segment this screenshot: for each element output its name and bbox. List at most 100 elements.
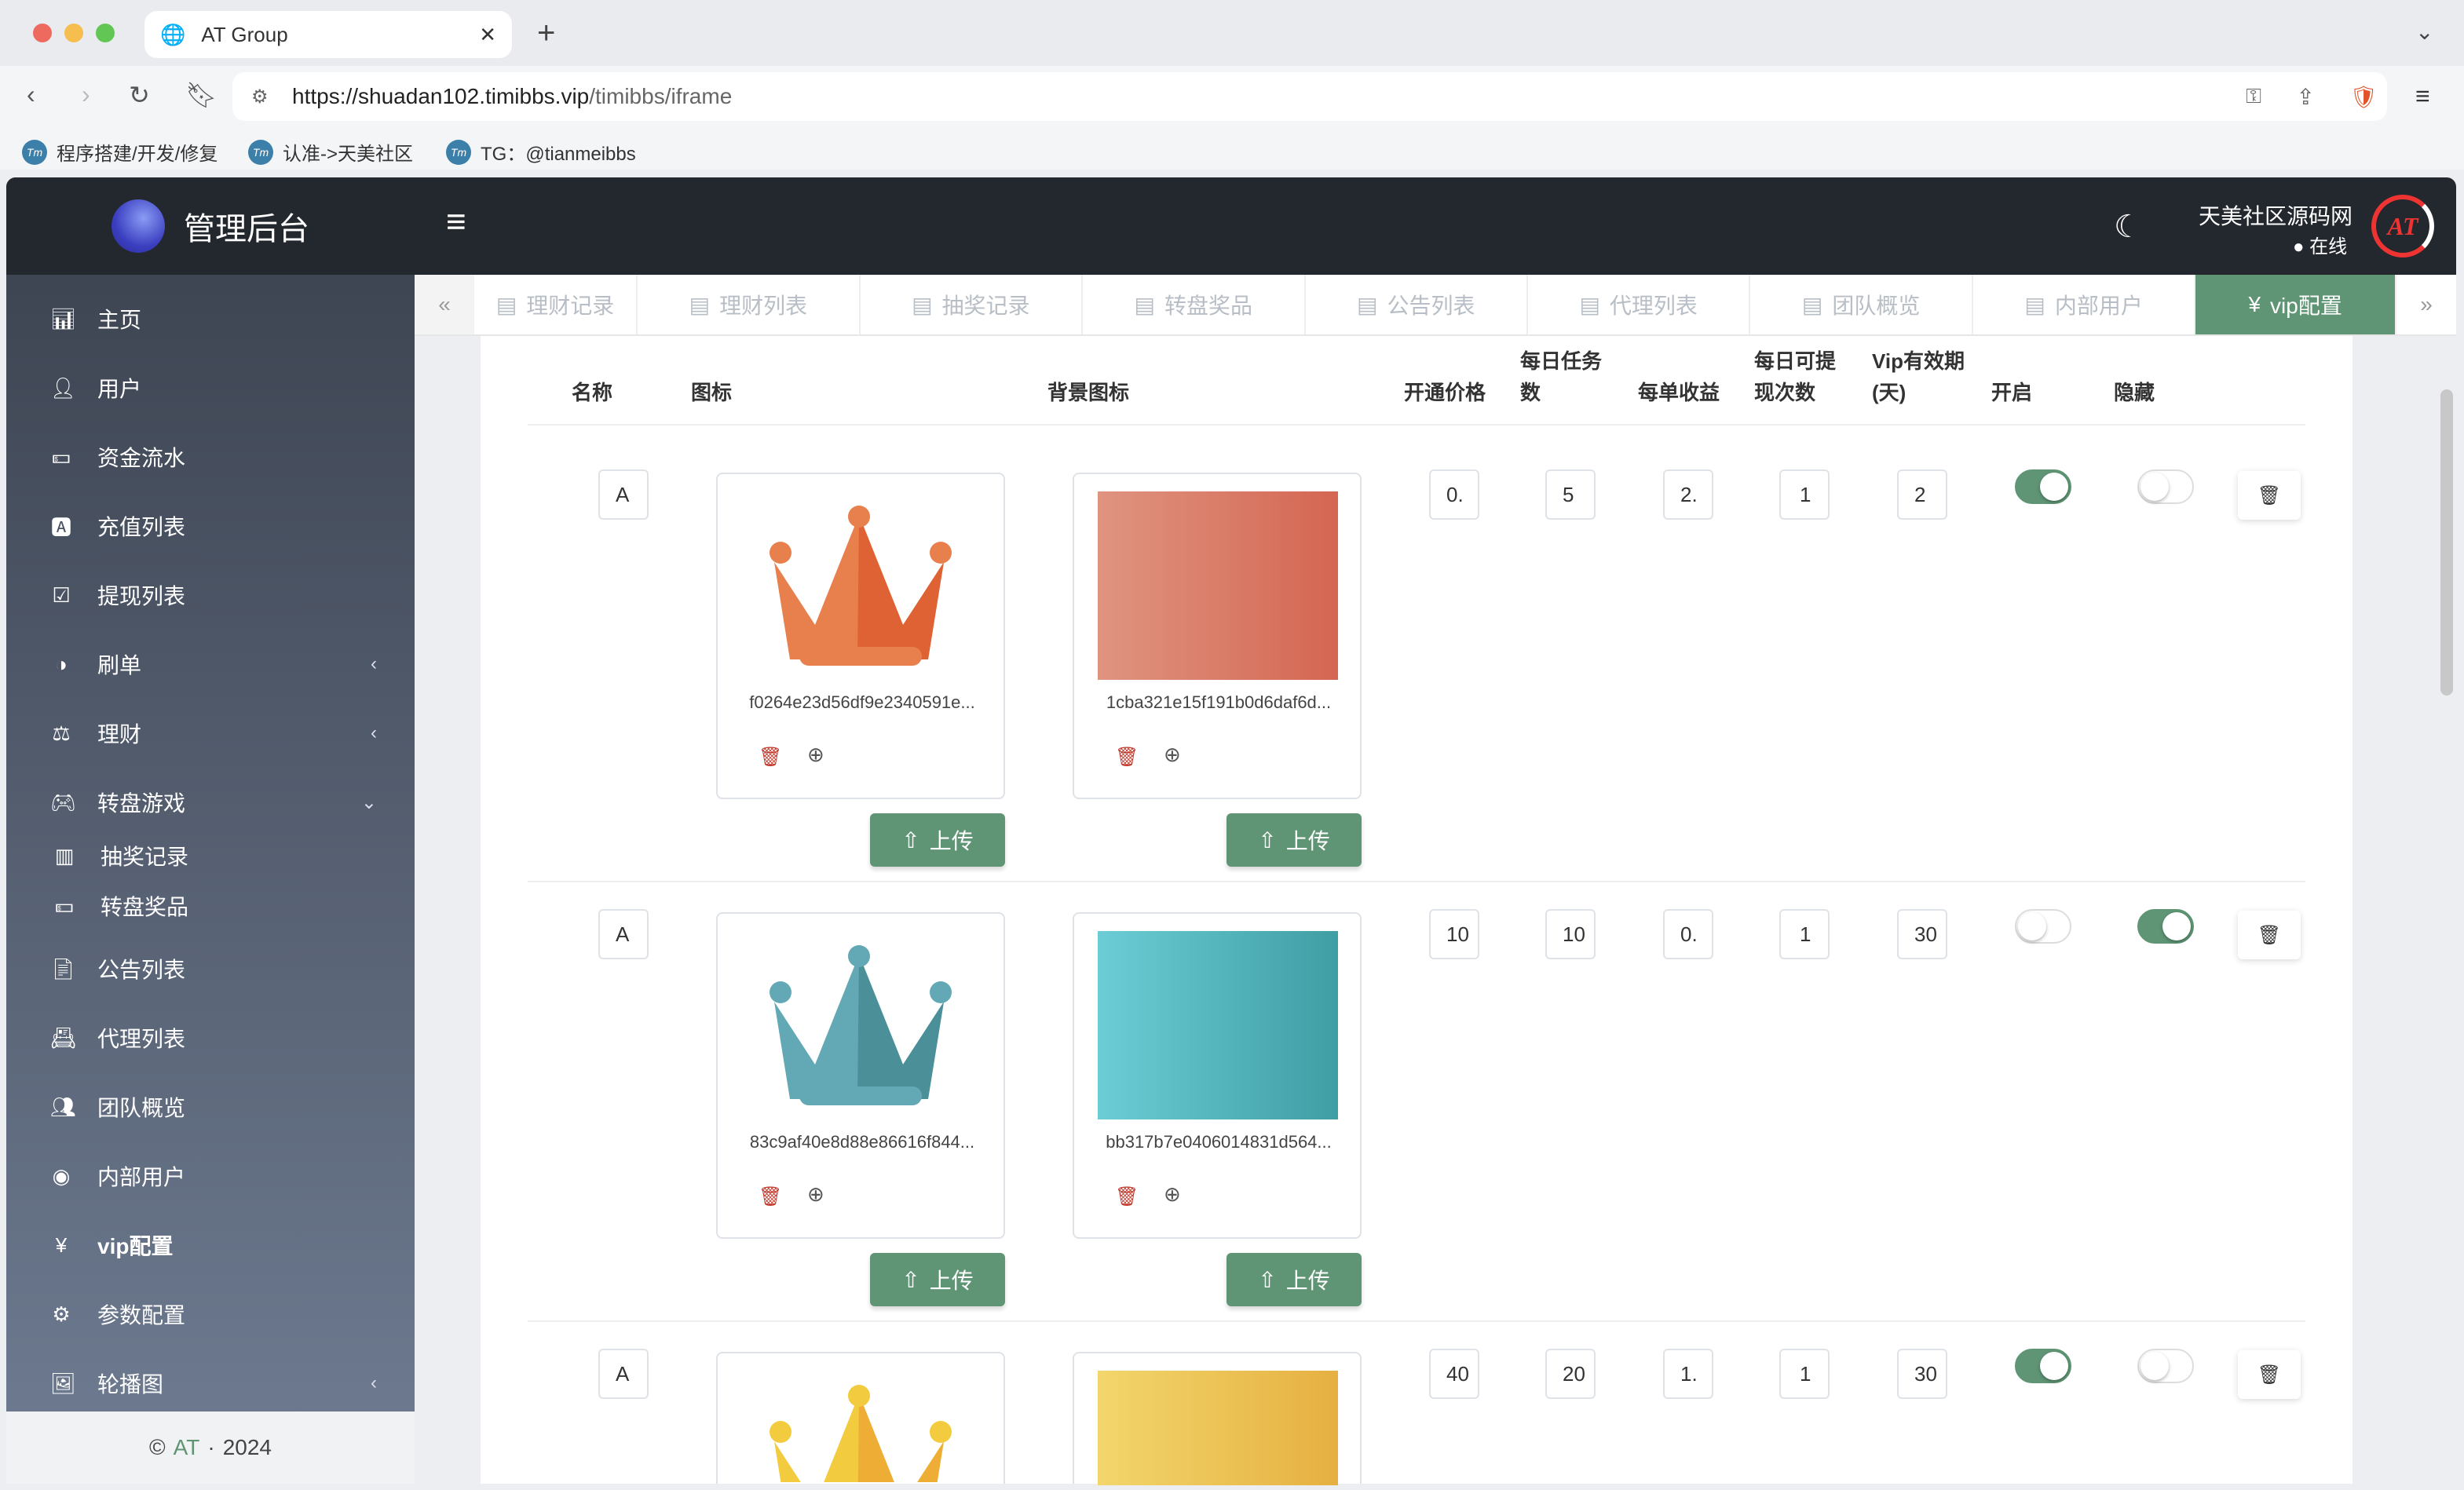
- sidebar-item-10[interactable]: 👥︎ 团队概览: [6, 1072, 415, 1141]
- share-icon[interactable]: ⇪: [2297, 84, 2315, 110]
- hidden-toggle[interactable]: [2137, 909, 2194, 944]
- footer-brand-link[interactable]: AT: [174, 1435, 200, 1460]
- new-tab-button[interactable]: +: [537, 16, 555, 51]
- sidebar-item-8[interactable]: 📄︎ 公告列表: [6, 934, 415, 1003]
- scrollbar[interactable]: [2440, 389, 2453, 696]
- sidebar-item-12[interactable]: ¥ vip配置: [6, 1211, 415, 1280]
- upload-button[interactable]: ⇧ 上传: [1227, 1253, 1362, 1306]
- tab-7[interactable]: ▤ 内部用户: [1973, 275, 2196, 334]
- name-input[interactable]: A: [598, 1349, 649, 1399]
- enabled-toggle[interactable]: [2015, 469, 2071, 504]
- column-header: Vip有效期(天): [1872, 349, 1965, 404]
- price-input[interactable]: 10: [1429, 909, 1479, 959]
- delete-row-button[interactable]: 🗑︎: [2238, 911, 2301, 959]
- tasks-input[interactable]: 10: [1545, 909, 1596, 959]
- upload-button[interactable]: ⇧ 上传: [870, 1253, 1005, 1306]
- bookmark-1[interactable]: Tm 程序搭建/开发/修复: [22, 138, 218, 166]
- brave-shield-icon[interactable]: 🛡: [2349, 84, 2378, 110]
- tasks-input[interactable]: 20: [1545, 1349, 1596, 1399]
- close-window-button[interactable]: [33, 24, 52, 42]
- sidebar-item-4[interactable]: ☑︎ 提现列表: [6, 561, 415, 630]
- zoom-in-icon[interactable]: ⊕: [1164, 743, 1181, 767]
- bookmark-2[interactable]: Tm 认准->天美社区: [248, 138, 413, 166]
- menu-icon[interactable]: ≡: [2415, 82, 2430, 111]
- tab-6[interactable]: ▤ 团队概览: [1750, 275, 1973, 334]
- days-input[interactable]: 2: [1897, 469, 1947, 520]
- tabs-scroll-right-button[interactable]: »: [2396, 275, 2457, 334]
- sidebar-item-2[interactable]: 💵︎ 资金流水: [6, 422, 415, 491]
- name-input[interactable]: A: [598, 909, 649, 959]
- tasks-input[interactable]: 5: [1545, 469, 1596, 520]
- sidebar-subitem-1[interactable]: 💵︎ 转盘奖品: [6, 881, 415, 931]
- price-input[interactable]: 0.: [1429, 469, 1479, 520]
- sidebar-item-11[interactable]: ◉ 内部用户: [6, 1141, 415, 1211]
- forward-icon[interactable]: ›: [82, 80, 90, 109]
- days-input[interactable]: 30: [1897, 1349, 1947, 1399]
- key-icon[interactable]: ⚿: [2246, 84, 2261, 109]
- tabs-scroll-left-button[interactable]: «: [415, 275, 474, 334]
- address-bar[interactable]: ⚙ https://shuadan102.timibbs.vip/timibbs…: [232, 72, 2387, 121]
- trash-icon: 🗑︎: [2257, 924, 2282, 946]
- sidebar-item-label: 用户: [97, 377, 142, 401]
- sidebar-item-9[interactable]: 📇︎ 代理列表: [6, 1003, 415, 1072]
- tab-2[interactable]: ▤ 抽奖记录: [861, 275, 1084, 334]
- sidebar-item-1[interactable]: 👤︎ 用户: [6, 353, 415, 422]
- income-input[interactable]: 0.: [1663, 909, 1713, 959]
- withdraw-input[interactable]: 1: [1779, 1349, 1830, 1399]
- price-input[interactable]: 40: [1429, 1349, 1479, 1399]
- user-avatar[interactable]: AT: [2371, 195, 2434, 257]
- delete-row-button[interactable]: 🗑︎: [2238, 471, 2301, 520]
- tab-5[interactable]: ▤ 代理列表: [1528, 275, 1751, 334]
- column-header: 开启: [1991, 381, 2033, 404]
- hamburger-menu-icon[interactable]: ≡: [446, 203, 466, 242]
- sidebar-item-6[interactable]: ⚖︎ 理财 ‹: [6, 699, 415, 768]
- income-input[interactable]: 1.: [1663, 1349, 1713, 1399]
- enabled-toggle[interactable]: [2015, 909, 2071, 944]
- zoom-in-icon[interactable]: ⊕: [1164, 1182, 1181, 1207]
- sidebar-footer: © AT · 2024: [6, 1411, 415, 1484]
- withdraw-input[interactable]: 1: [1779, 909, 1830, 959]
- minimize-window-button[interactable]: [64, 24, 83, 42]
- sidebar-item-3[interactable]: 🅰︎ 充值列表: [6, 491, 415, 561]
- enabled-toggle[interactable]: [2015, 1349, 2071, 1383]
- income-input[interactable]: 2.: [1663, 469, 1713, 520]
- withdraw-input[interactable]: 1: [1779, 469, 1830, 520]
- tab-1[interactable]: ▤ 理财列表: [638, 275, 861, 334]
- sidebar-item-5[interactable]: ◑ 刷单 ‹: [6, 630, 415, 699]
- delete-row-button[interactable]: 🗑︎: [2238, 1350, 2301, 1399]
- tab-3[interactable]: ▤ 转盘奖品: [1083, 275, 1306, 334]
- zoom-in-icon[interactable]: ⊕: [807, 1182, 824, 1207]
- tab-8[interactable]: ¥ vip配置: [2195, 275, 2397, 334]
- name-input[interactable]: A: [598, 469, 649, 520]
- hidden-toggle[interactable]: [2137, 1349, 2194, 1383]
- bookmark-icon[interactable]: 🔖︎: [185, 80, 218, 110]
- sidebar-logo[interactable]: 管理后台: [6, 177, 415, 275]
- upload-button[interactable]: ⇧ 上传: [870, 813, 1005, 867]
- sidebar-item-14[interactable]: 🖼︎ 轮播图 ‹: [6, 1349, 415, 1418]
- tab-0[interactable]: ▤ 理财记录: [474, 275, 638, 334]
- trash-icon[interactable]: 🗑︎: [1115, 1185, 1139, 1208]
- sidebar-item-13[interactable]: ⚙ 参数配置: [6, 1280, 415, 1349]
- trash-icon[interactable]: 🗑︎: [759, 1185, 782, 1208]
- sidebar-subitem-0[interactable]: ▥ 抽奖记录: [6, 831, 415, 881]
- upload-button[interactable]: ⇧ 上传: [1227, 813, 1362, 867]
- maximize-window-button[interactable]: [96, 24, 115, 42]
- trash-icon[interactable]: 🗑︎: [1115, 746, 1139, 769]
- site-settings-icon[interactable]: ⚙: [251, 86, 269, 108]
- close-tab-icon[interactable]: ✕: [479, 23, 496, 47]
- bookmark-3[interactable]: Tm TG：@tianmeibbs: [446, 138, 636, 166]
- trash-icon[interactable]: 🗑︎: [759, 746, 782, 769]
- sidebar-item-7[interactable]: 🎮︎ 转盘游戏 ⌄: [6, 768, 415, 837]
- reload-icon[interactable]: ↻: [129, 80, 150, 110]
- browser-tab[interactable]: 🌐 AT Group ✕: [144, 11, 512, 58]
- dark-mode-moon-icon[interactable]: ☾: [2114, 209, 2142, 245]
- user-name[interactable]: 天美社区源码网: [2199, 199, 2352, 231]
- back-icon[interactable]: ‹: [27, 80, 35, 109]
- tab-list-chevron-icon[interactable]: ⌄: [2415, 19, 2433, 45]
- tab-4[interactable]: ▤ 公告列表: [1306, 275, 1528, 334]
- hidden-toggle[interactable]: [2137, 469, 2194, 504]
- zoom-in-icon[interactable]: ⊕: [807, 743, 824, 767]
- days-input[interactable]: 30: [1897, 909, 1947, 959]
- sidebar-item-0[interactable]: 📊︎ 主页: [6, 284, 415, 353]
- background-image-preview: [1098, 931, 1338, 1119]
